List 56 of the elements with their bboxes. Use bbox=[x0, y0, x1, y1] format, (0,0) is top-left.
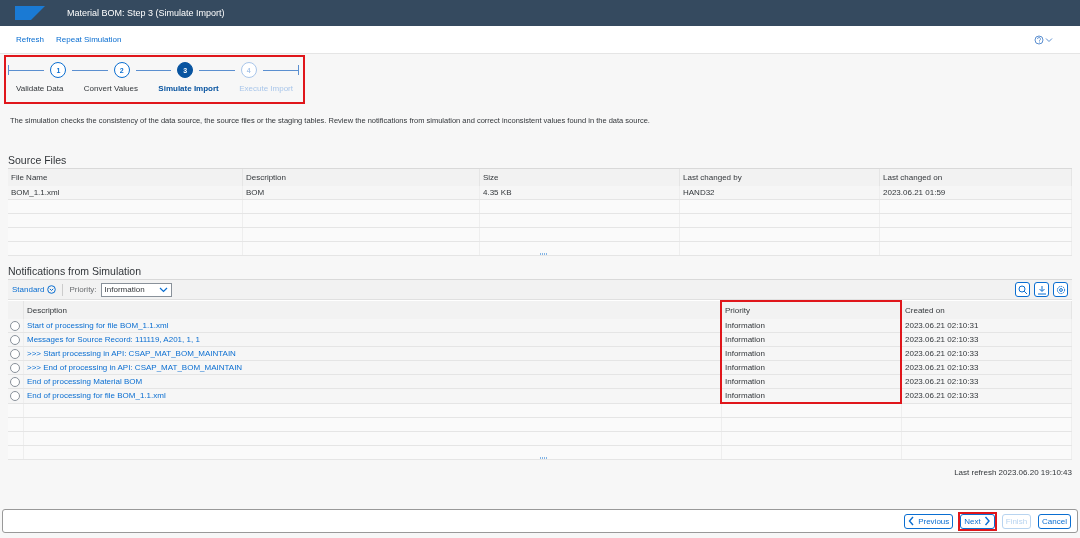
step-label[interactable]: Validate Data bbox=[16, 84, 64, 93]
message-link[interactable]: Start of processing for file BOM_1.1.xml bbox=[23, 319, 721, 333]
footer-button[interactable]: Cancel bbox=[1038, 513, 1071, 529]
table-cell: 2023.06.21 01:59 bbox=[879, 186, 1072, 200]
column-header[interactable]: Size bbox=[479, 169, 680, 186]
settings-button[interactable] bbox=[1053, 282, 1068, 297]
resize-handle-icon[interactable] bbox=[540, 457, 547, 459]
footer-button[interactable]: Previous bbox=[904, 513, 954, 529]
step-line-end bbox=[298, 65, 300, 75]
variant-selector[interactable]: Standard bbox=[12, 285, 57, 294]
search-button[interactable] bbox=[1015, 282, 1030, 297]
last-refresh-text: Last refresh 2023.06.20 19:10:43 bbox=[954, 468, 1072, 477]
radio-button[interactable] bbox=[10, 348, 20, 359]
footer-button[interactable]: Next bbox=[960, 513, 995, 529]
window-title: Material BOM: Step 3 (Simulate Import) bbox=[67, 8, 225, 18]
filter-label: Priority: bbox=[69, 285, 97, 294]
section-title: Notifications from Simulation bbox=[8, 265, 143, 277]
chevron-left-icon bbox=[908, 516, 916, 526]
resize-handle-icon[interactable] bbox=[540, 253, 547, 255]
step-connector bbox=[262, 69, 299, 71]
toolbar-button[interactable]: Refresh bbox=[10, 35, 50, 44]
step-label[interactable]: Simulate Import bbox=[158, 84, 219, 93]
radio-button[interactable] bbox=[10, 334, 20, 345]
column-header[interactable]: Description bbox=[23, 301, 721, 319]
column-header[interactable]: File Name bbox=[8, 169, 243, 186]
radio-button[interactable] bbox=[10, 376, 20, 387]
dropdown-circle-icon bbox=[47, 285, 57, 294]
column-header[interactable]: Last changed by bbox=[679, 169, 880, 186]
table-cell: Information bbox=[721, 319, 901, 333]
column-header[interactable]: Description bbox=[242, 169, 480, 186]
step-connector bbox=[9, 69, 45, 71]
toolbar-button[interactable]: Repeat Simulation bbox=[50, 35, 128, 44]
logo-icon[interactable] bbox=[15, 6, 45, 20]
help-icon[interactable] bbox=[1034, 34, 1054, 45]
download-button[interactable] bbox=[1034, 282, 1049, 297]
radio-button[interactable] bbox=[10, 390, 20, 401]
column-header[interactable]: Last changed on bbox=[879, 169, 1072, 186]
section-title: Source Files bbox=[8, 154, 68, 166]
table-cell: BOM_1.1.xml bbox=[8, 186, 243, 200]
table-cell: 2023.06.21 02:10:31 bbox=[901, 319, 1072, 333]
download-icon bbox=[1036, 284, 1047, 295]
table-cell: BOM bbox=[242, 186, 480, 200]
column-header[interactable]: Created on bbox=[901, 301, 1072, 319]
footer-button: Finish bbox=[1001, 513, 1032, 529]
radio-button[interactable] bbox=[10, 362, 20, 373]
step-connector bbox=[199, 69, 235, 71]
chevron-right-icon bbox=[983, 516, 991, 526]
priority-select[interactable]: Information bbox=[100, 282, 172, 297]
step-connector bbox=[135, 69, 172, 71]
step-connector bbox=[72, 69, 108, 71]
column-header[interactable]: Priority bbox=[721, 301, 901, 319]
table-cell: 4.35 KB bbox=[479, 186, 680, 200]
table-cell: HAND32 bbox=[679, 186, 880, 200]
radio-button[interactable] bbox=[10, 320, 20, 331]
step-label[interactable]: Convert Values bbox=[83, 84, 138, 93]
step-line-end bbox=[8, 65, 9, 75]
